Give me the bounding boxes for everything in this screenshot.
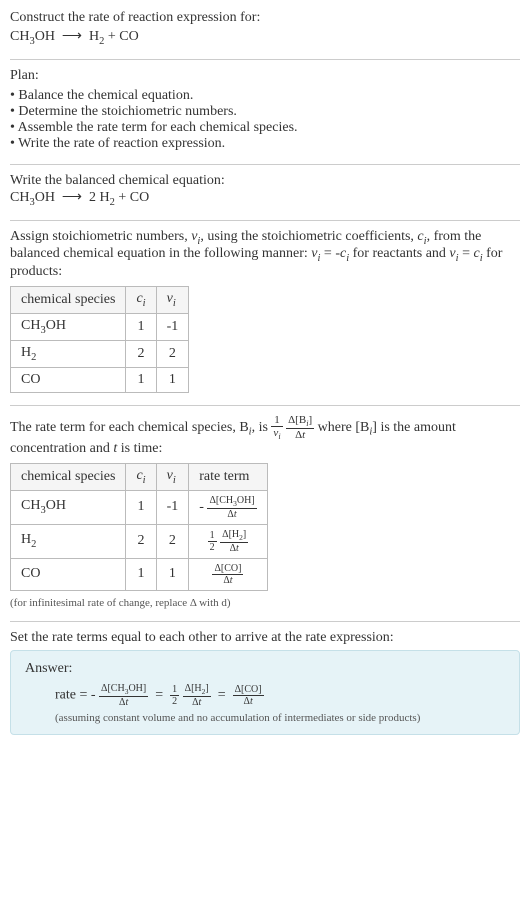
intro-equation: CH3OH ⟶ H2 + CO <box>10 28 520 47</box>
cell-nui: 2 <box>156 524 189 558</box>
cell-nui: 2 <box>156 340 189 367</box>
cell-ci: 1 <box>126 490 156 524</box>
stoich-text: Assign stoichiometric numbers, νi, using… <box>10 229 520 281</box>
cell-nui: 1 <box>156 558 189 590</box>
answer-box: Answer: rate = - Δ[CH3OH]Δt = 12 Δ[H2]Δt… <box>10 650 520 735</box>
cell-species: CO <box>11 558 126 590</box>
frac-one-over-nu: 1νi <box>271 414 282 441</box>
col-rate-term: rate term <box>189 463 267 490</box>
table-row: CH3OH 1 -1 - Δ[CH3OH]Δt <box>11 490 268 524</box>
cell-species: CH3OH <box>11 313 126 340</box>
col-ci: ci <box>126 287 156 314</box>
plan-title: Plan: <box>10 68 520 84</box>
text-fragment: , using the stoichiometric coefficients, <box>200 229 417 244</box>
cell-ci: 2 <box>126 524 156 558</box>
cell-nui: -1 <box>156 313 189 340</box>
col-species: chemical species <box>11 287 126 314</box>
col-ci: ci <box>126 463 156 490</box>
rate-table-note: (for infinitesimal rate of change, repla… <box>10 597 520 609</box>
rate-term-section: The rate term for each chemical species,… <box>10 414 520 609</box>
rate-term-text: The rate term for each chemical species,… <box>10 414 520 457</box>
table-header-row: chemical species ci νi rate term <box>11 463 268 490</box>
cell-ci: 1 <box>126 313 156 340</box>
plan-section: Plan: Balance the chemical equation. Det… <box>10 68 520 152</box>
cell-ci: 2 <box>126 340 156 367</box>
balanced-section: Write the balanced chemical equation: CH… <box>10 173 520 208</box>
col-species: chemical species <box>11 463 126 490</box>
text-fragment: for reactants and <box>349 246 449 261</box>
table-row: CO 1 1 Δ[CO]Δt <box>11 558 268 590</box>
text-fragment: where [B <box>318 419 370 434</box>
table-row: CH3OH 1 -1 <box>11 313 189 340</box>
frac-dB-dt: Δ[Bi]Δt <box>286 414 314 441</box>
stoich-section: Assign stoichiometric numbers, νi , using… <box>10 229 520 393</box>
cell-ci: 1 <box>126 558 156 590</box>
balanced-title: Write the balanced chemical equation: <box>10 173 520 189</box>
cell-species: CH3OH <box>11 490 126 524</box>
table-row: H2 2 2 12 Δ[H2]Δt <box>11 524 268 558</box>
cell-rate-term: Δ[CO]Δt <box>189 558 267 590</box>
plan-item: Assemble the rate term for each chemical… <box>10 120 520 136</box>
table-row: CO 1 1 <box>11 367 189 392</box>
cell-ci: 1 <box>126 367 156 392</box>
answer-expression: rate = - Δ[CH3OH]Δt = 12 Δ[H2]Δt = Δ[CO]… <box>55 683 505 708</box>
answer-note: (assuming constant volume and no accumul… <box>55 712 505 724</box>
divider <box>10 621 520 622</box>
cell-rate-term: - Δ[CH3OH]Δt <box>189 490 267 524</box>
rate-prefix: rate = <box>55 687 91 702</box>
col-nui: νi <box>156 287 189 314</box>
plan-item: Write the rate of reaction expression. <box>10 136 520 152</box>
plan-item: Balance the chemical equation. <box>10 88 520 104</box>
divider <box>10 220 520 221</box>
text-fragment: Assign stoichiometric numbers, <box>10 229 191 244</box>
intro-section: Construct the rate of reaction expressio… <box>10 10 520 47</box>
text-fragment: The rate term for each chemical species,… <box>10 419 249 434</box>
divider <box>10 405 520 406</box>
cell-species: H2 <box>11 524 126 558</box>
plan-item: Determine the stoichiometric numbers. <box>10 104 520 120</box>
divider <box>10 59 520 60</box>
col-nui: νi <box>156 463 189 490</box>
table-header-row: chemical species ci νi <box>11 287 189 314</box>
intro-text: Construct the rate of reaction expressio… <box>10 10 520 26</box>
cell-nui: -1 <box>156 490 189 524</box>
divider <box>10 164 520 165</box>
balanced-equation: CH3OH ⟶ 2 H2 + CO <box>10 189 520 208</box>
table-row: H2 2 2 <box>11 340 189 367</box>
text-fragment: is time: <box>117 441 162 456</box>
rate-table: chemical species ci νi rate term CH3OH 1… <box>10 463 268 591</box>
cell-rate-term: 12 Δ[H2]Δt <box>189 524 267 558</box>
answer-label: Answer: <box>25 661 505 677</box>
cell-species: CO <box>11 367 126 392</box>
stoich-table: chemical species ci νi CH3OH 1 -1 H2 2 2… <box>10 286 189 392</box>
text-fragment: , is <box>252 419 272 434</box>
plan-list: Balance the chemical equation. Determine… <box>10 88 520 152</box>
cell-species: H2 <box>11 340 126 367</box>
final-section: Set the rate terms equal to each other t… <box>10 630 520 735</box>
cell-nui: 1 <box>156 367 189 392</box>
final-intro: Set the rate terms equal to each other t… <box>10 630 520 646</box>
